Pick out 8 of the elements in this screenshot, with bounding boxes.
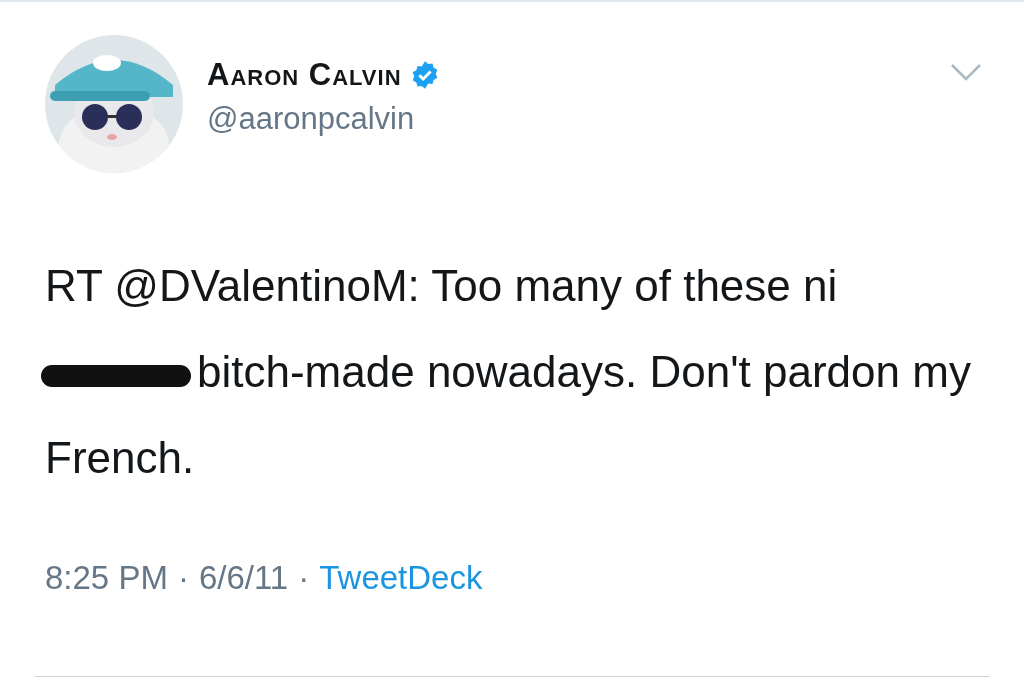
tweet-date: 6/6/11	[198, 559, 289, 597]
source-link[interactable]: TweetDeck	[319, 559, 483, 597]
tweet-time: 8:25 PM	[45, 559, 168, 597]
chevron-down-icon[interactable]	[950, 63, 982, 81]
separator: ·	[177, 559, 189, 597]
author-name[interactable]: Aaron Calvin	[207, 57, 402, 93]
separator: ·	[298, 559, 310, 597]
author-handle[interactable]: @aaronpcalvin	[207, 101, 926, 137]
